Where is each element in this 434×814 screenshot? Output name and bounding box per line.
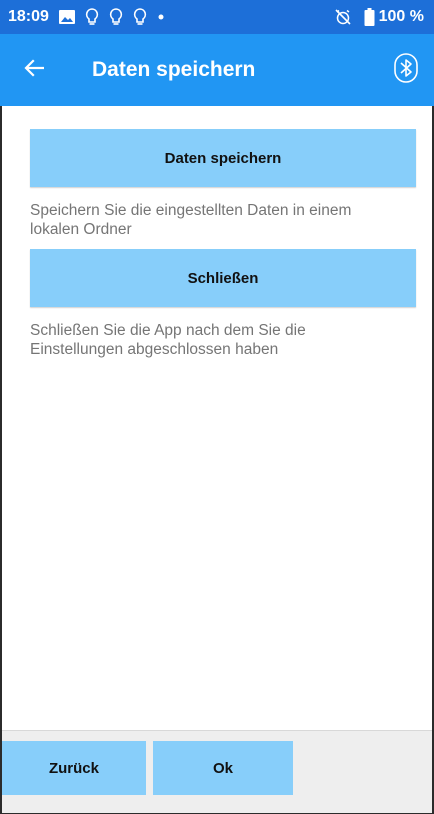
bluetooth-icon (394, 52, 418, 88)
save-data-button[interactable]: Daten speichern (30, 129, 416, 187)
status-time: 18:09 (8, 8, 49, 25)
lightbulb-icon (133, 8, 147, 26)
app-toolbar: Daten speichern (0, 34, 434, 106)
bottom-bar: Zurück Ok (2, 730, 432, 813)
back-button[interactable]: Zurück (2, 741, 146, 795)
alarm-off-icon (334, 8, 352, 26)
battery-icon (364, 8, 375, 26)
save-data-description: Speichern Sie die eingestellten Daten in… (30, 202, 352, 238)
bluetooth-button[interactable] (394, 52, 418, 88)
lightbulb-icon (85, 8, 99, 26)
back-arrow-button[interactable] (4, 34, 64, 106)
close-app-button[interactable]: Schließen (30, 249, 416, 307)
status-bar: 18:09 100 % (0, 0, 434, 34)
lightbulb-icon (109, 8, 123, 26)
ok-button[interactable]: Ok (153, 741, 293, 795)
close-app-description: Schließen Sie die App nach dem Sie die E… (30, 322, 306, 358)
content-area: Daten speichern Speichern Sie die einges… (30, 129, 416, 369)
page-title: Daten speichern (92, 58, 256, 81)
battery-level: 100 % (378, 8, 424, 25)
image-icon (58, 10, 75, 24)
arrow-left-icon (24, 58, 45, 82)
phone-frame (0, 0, 434, 814)
dot-icon (157, 13, 165, 21)
